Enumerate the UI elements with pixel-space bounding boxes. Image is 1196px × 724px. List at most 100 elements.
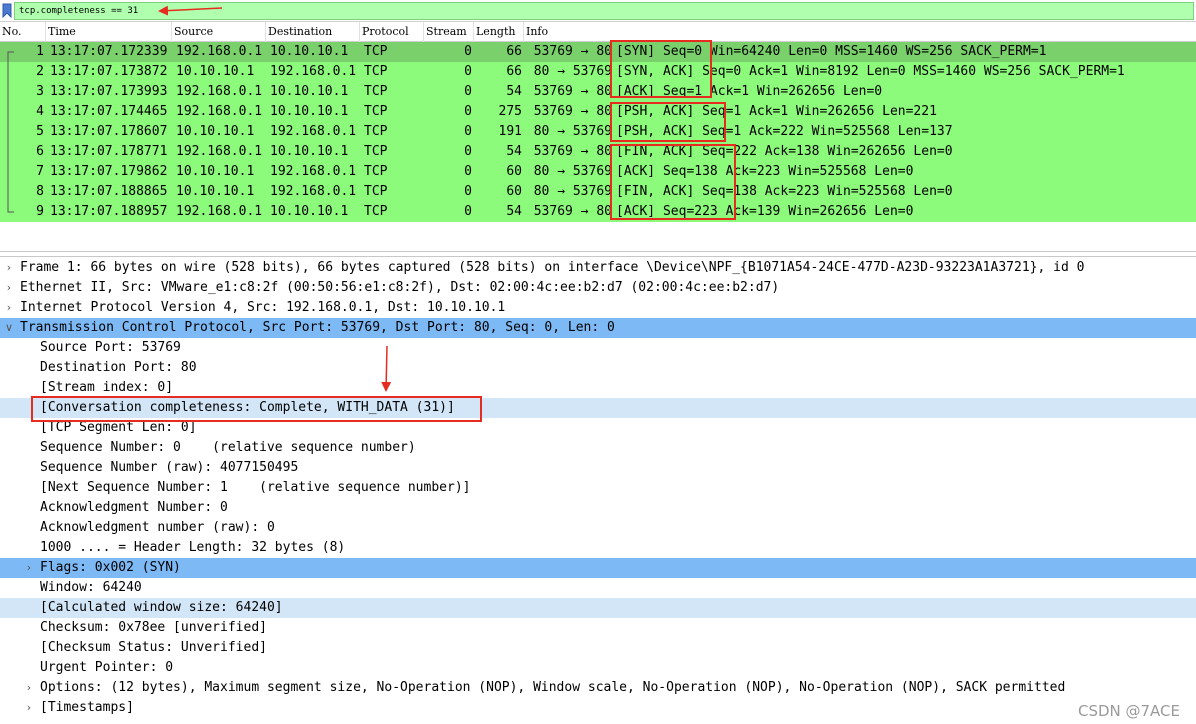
detail-row[interactable]: Acknowledgment number (raw): 0 bbox=[0, 518, 1196, 538]
cell-protocol: TCP bbox=[364, 124, 388, 139]
packet-row[interactable]: 3 13:17:07.173993 192.168.0.1 10.10.10.1 TCP… bbox=[0, 82, 1196, 102]
detail-row[interactable]: [TCP Segment Len: 0] bbox=[0, 418, 1196, 438]
packet-row[interactable]: 7 13:17:07.179862 10.10.10.1 192.168.0.1 TCP… bbox=[0, 162, 1196, 182]
detail-row[interactable]: › Frame 1: 66 bytes on wire (528 bits), 6… bbox=[0, 258, 1196, 278]
chevron-down-icon[interactable]: ∨ bbox=[2, 318, 16, 338]
detail-row[interactable]: Window: 64240 bbox=[0, 578, 1196, 598]
column-header-stream[interactable]: Stream bbox=[424, 22, 474, 42]
cell-source: 10.10.10.1 bbox=[176, 64, 255, 79]
detail-text: Options: (12 bytes), Maximum segment siz… bbox=[40, 680, 1066, 695]
cell-info-column: [ACK] Seq=138 Ack=223 Win=525568 Len=0 bbox=[616, 162, 913, 182]
cell-length: 54 bbox=[506, 204, 522, 219]
cell-flags: [PSH, ACK] bbox=[616, 124, 695, 139]
cell-flags: [SYN, ACK] bbox=[616, 64, 695, 79]
cell-source: 192.168.0.1 bbox=[176, 204, 263, 219]
column-header-info[interactable]: Info bbox=[524, 22, 1196, 42]
detail-row[interactable]: › Options: (12 bytes), Maximum segment si… bbox=[0, 678, 1196, 698]
cell-length: 60 bbox=[506, 164, 522, 179]
detail-row[interactable]: Sequence Number (raw): 4077150495 bbox=[0, 458, 1196, 478]
packet-row[interactable]: 4 13:17:07.174465 192.168.0.1 10.10.10.1 TCP… bbox=[0, 102, 1196, 122]
detail-text: [Calculated window size: 64240] bbox=[40, 600, 283, 615]
cell-source: 192.168.0.1 bbox=[176, 84, 263, 99]
cell-length: 275 bbox=[498, 104, 522, 119]
detail-row[interactable]: Source Port: 53769 bbox=[0, 338, 1196, 358]
detail-row[interactable]: ∨ Transmission Control Protocol, Src Port… bbox=[0, 318, 1196, 338]
cell-info-column: [PSH, ACK] Seq=1 Ack=222 Win=525568 Len=… bbox=[616, 122, 953, 142]
pane-splitter[interactable] bbox=[0, 251, 1196, 257]
cell-info: Seq=222 Ack=138 Win=262656 Len=0 bbox=[702, 144, 953, 159]
detail-row[interactable]: 1000 .... = Header Length: 32 bytes (8) bbox=[0, 538, 1196, 558]
detail-text: Frame 1: 66 bytes on wire (528 bits), 66… bbox=[20, 260, 1085, 275]
column-header-protocol[interactable]: Protocol bbox=[360, 22, 424, 42]
cell-length: 60 bbox=[506, 184, 522, 199]
detail-row[interactable]: [Calculated window size: 64240] bbox=[0, 598, 1196, 618]
detail-row[interactable]: [Conversation completeness: Complete, WI… bbox=[0, 398, 1196, 418]
packet-list-header: No. Time Source Destination Protocol Str… bbox=[0, 22, 1196, 42]
cell-stream: 0 bbox=[464, 64, 472, 79]
cell-protocol: TCP bbox=[364, 204, 388, 219]
cell-source: 10.10.10.1 bbox=[176, 164, 255, 179]
detail-row[interactable]: › Ethernet II, Src: VMware_e1:c8:2f (00:5… bbox=[0, 278, 1196, 298]
chevron-right-icon[interactable]: › bbox=[22, 678, 36, 698]
cell-ports: 53769 → 80 bbox=[533, 44, 612, 59]
cell-destination: 192.168.0.1 bbox=[270, 64, 357, 79]
cell-length: 54 bbox=[506, 84, 522, 99]
detail-row[interactable]: Checksum: 0x78ee [unverified] bbox=[0, 618, 1196, 638]
detail-row[interactable]: › [Timestamps] bbox=[0, 698, 1196, 718]
detail-text: 1000 .... = Header Length: 32 bytes (8) bbox=[40, 540, 346, 555]
packet-row[interactable]: 5 13:17:07.178607 10.10.10.1 192.168.0.1 TCP… bbox=[0, 122, 1196, 142]
packet-row[interactable]: 1 13:17:07.172339 192.168.0.1 10.10.10.1 TCP… bbox=[0, 42, 1196, 62]
cell-no: 6 bbox=[36, 144, 44, 159]
cell-source: 192.168.0.1 bbox=[176, 104, 263, 119]
cell-info: Seq=0 Ack=1 Win=8192 Len=0 MSS=1460 WS=2… bbox=[702, 64, 1125, 79]
cell-no: 5 bbox=[36, 124, 44, 139]
cell-ports: 53769 → 80 bbox=[533, 144, 612, 159]
detail-row[interactable]: Destination Port: 80 bbox=[0, 358, 1196, 378]
column-header-destination[interactable]: Destination bbox=[266, 22, 360, 42]
detail-text: Acknowledgment number (raw): 0 bbox=[40, 520, 275, 535]
cell-time: 13:17:07.178607 bbox=[50, 124, 168, 139]
cell-info-column: [PSH, ACK] Seq=1 Ack=1 Win=262656 Len=22… bbox=[616, 102, 937, 122]
detail-row[interactable]: [Checksum Status: Unverified] bbox=[0, 638, 1196, 658]
packet-row[interactable]: 8 13:17:07.188865 10.10.10.1 192.168.0.1 TCP… bbox=[0, 182, 1196, 202]
cell-info-column: [FIN, ACK] Seq=222 Ack=138 Win=262656 Le… bbox=[616, 142, 953, 162]
bookmark-icon[interactable] bbox=[2, 3, 12, 18]
packet-row[interactable]: 6 13:17:07.178771 192.168.0.1 10.10.10.1 TCP… bbox=[0, 142, 1196, 162]
cell-flags: [ACK] bbox=[616, 204, 656, 219]
display-filter-input[interactable]: tcp.completeness == 31 bbox=[14, 2, 1194, 20]
cell-flags: [FIN, ACK] bbox=[616, 144, 695, 159]
detail-text: [TCP Segment Len: 0] bbox=[40, 420, 197, 435]
cell-destination: 192.168.0.1 bbox=[270, 184, 357, 199]
cell-destination: 192.168.0.1 bbox=[270, 164, 357, 179]
detail-row[interactable]: › Flags: 0x002 (SYN) bbox=[0, 558, 1196, 578]
chevron-right-icon[interactable]: › bbox=[22, 698, 36, 718]
chevron-right-icon[interactable]: › bbox=[2, 258, 16, 278]
cell-time: 13:17:07.173993 bbox=[50, 84, 168, 99]
cell-ports: 80 → 53769 bbox=[533, 64, 612, 79]
chevron-right-icon[interactable]: › bbox=[2, 278, 16, 298]
detail-row[interactable]: [Stream index: 0] bbox=[0, 378, 1196, 398]
cell-info-column: [ACK] Seq=223 Ack=139 Win=262656 Len=0 bbox=[616, 202, 913, 222]
detail-row[interactable]: [Next Sequence Number: 1 (relative seque… bbox=[0, 478, 1196, 498]
detail-row[interactable]: Urgent Pointer: 0 bbox=[0, 658, 1196, 678]
column-header-time[interactable]: Time bbox=[46, 22, 172, 42]
detail-row[interactable]: › Internet Protocol Version 4, Src: 192.1… bbox=[0, 298, 1196, 318]
cell-stream: 0 bbox=[464, 144, 472, 159]
cell-no: 9 bbox=[36, 204, 44, 219]
column-header-length[interactable]: Length bbox=[474, 22, 524, 42]
cell-no: 1 bbox=[36, 44, 44, 59]
detail-text: Window: 64240 bbox=[40, 580, 142, 595]
chevron-right-icon[interactable]: › bbox=[2, 298, 16, 318]
detail-text: Sequence Number: 0 (relative sequence nu… bbox=[40, 440, 416, 455]
cell-info: Seq=1 Ack=222 Win=525568 Len=137 bbox=[702, 124, 953, 139]
column-header-source[interactable]: Source bbox=[172, 22, 266, 42]
detail-row[interactable]: Acknowledgment Number: 0 bbox=[0, 498, 1196, 518]
packet-row[interactable]: 2 13:17:07.173872 10.10.10.1 192.168.0.1 TCP… bbox=[0, 62, 1196, 82]
detail-text: [Timestamps] bbox=[40, 700, 134, 715]
chevron-right-icon[interactable]: › bbox=[22, 558, 36, 578]
detail-text: [Stream index: 0] bbox=[40, 380, 174, 395]
packet-row[interactable]: 9 13:17:07.188957 192.168.0.1 10.10.10.1 TCP… bbox=[0, 202, 1196, 222]
column-header-no[interactable]: No. bbox=[0, 22, 46, 42]
detail-text: Source Port: 53769 bbox=[40, 340, 181, 355]
detail-row[interactable]: Sequence Number: 0 (relative sequence nu… bbox=[0, 438, 1196, 458]
